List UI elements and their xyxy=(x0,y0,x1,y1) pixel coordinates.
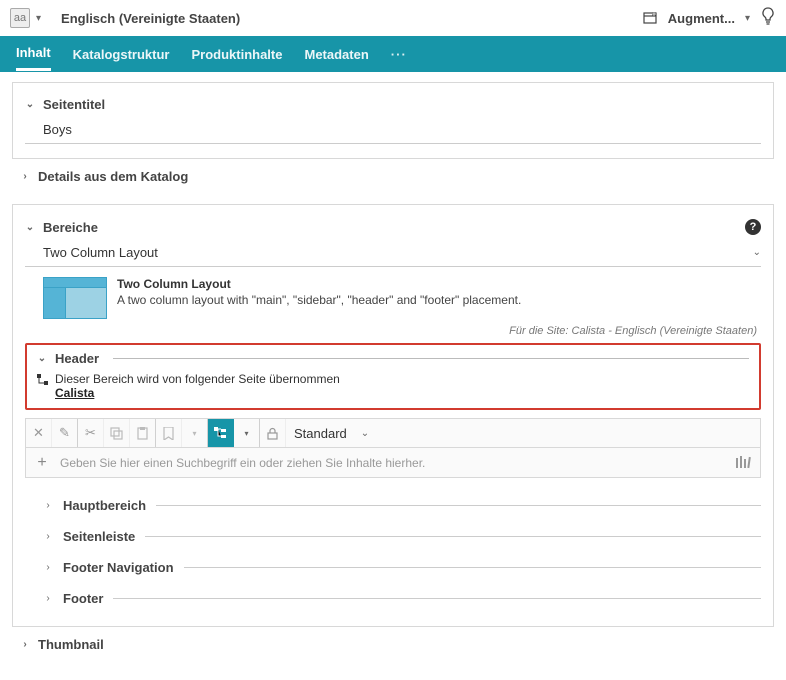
bookmark-button[interactable] xyxy=(156,419,182,447)
chevron-right-icon: › xyxy=(43,500,53,511)
tab-inhalt[interactable]: Inhalt xyxy=(16,37,51,71)
edit-button[interactable]: ✎ xyxy=(52,419,78,447)
layout-card-title: Two Column Layout xyxy=(117,277,761,291)
bookmark-dropdown[interactable]: ▾ xyxy=(182,419,208,447)
augment-label[interactable]: Augment... xyxy=(668,11,735,26)
chevron-down-icon: ⌄ xyxy=(25,222,35,233)
inherit-link[interactable]: Calista xyxy=(55,386,340,400)
chevron-down-icon: ⌄ xyxy=(25,99,35,110)
layout-card: Two Column Layout A two column layout wi… xyxy=(25,273,761,321)
section-details-label: Details aus dem Katalog xyxy=(38,169,188,184)
locale-switcher[interactable]: aa ▾ Englisch (Vereinigte Staaten) xyxy=(10,8,240,28)
header-placement-box: ⌄ Header Dieser Bereich wird von folgend… xyxy=(25,343,761,410)
cut-button[interactable]: ✂ xyxy=(78,419,104,447)
placement-label: Footer Navigation xyxy=(63,560,174,575)
tabs-bar: Inhalt Katalogstruktur Produktinhalte Me… xyxy=(0,36,786,72)
locale-icon: aa xyxy=(10,8,30,28)
augment-icon[interactable] xyxy=(642,10,658,26)
top-bar: aa ▾ Englisch (Vereinigte Staaten) Augme… xyxy=(0,0,786,36)
paste-button[interactable] xyxy=(130,419,156,447)
chevron-right-icon: › xyxy=(43,593,53,604)
placement-label: Footer xyxy=(63,591,103,606)
section-thumbnail-label: Thumbnail xyxy=(38,637,104,652)
chevron-right-icon: › xyxy=(20,171,30,182)
header-placement-header[interactable]: ⌄ Header xyxy=(37,351,749,366)
placement-footer-navigation[interactable]: › Footer Navigation xyxy=(43,552,761,583)
locale-label: Englisch (Vereinigte Staaten) xyxy=(61,11,240,26)
chevron-right-icon: › xyxy=(43,562,53,573)
placement-hauptbereich[interactable]: › Hauptbereich xyxy=(43,490,761,521)
placement-label: Seitenleiste xyxy=(63,529,135,544)
placement-list: › Hauptbereich › Seitenleiste › Footer N… xyxy=(25,478,761,614)
section-details-header[interactable]: › Details aus dem Katalog xyxy=(12,159,774,194)
library-icon[interactable] xyxy=(736,456,752,469)
variant-select-value: Standard xyxy=(294,426,347,441)
layout-card-desc: A two column layout with "main", "sideba… xyxy=(117,293,761,307)
chevron-right-icon: › xyxy=(43,531,53,542)
chevron-down-icon[interactable]: ▾ xyxy=(745,13,750,24)
help-icon[interactable]: ? xyxy=(745,219,761,235)
layout-site-info: Für die Site: Calista - Englisch (Verein… xyxy=(25,325,761,337)
section-seitentitel-header[interactable]: ⌄ Seitentitel xyxy=(25,91,761,118)
lightbulb-icon[interactable] xyxy=(760,7,776,30)
chevron-down-icon: ⌄ xyxy=(753,247,761,258)
chevron-down-icon: ⌄ xyxy=(37,353,47,364)
add-icon[interactable]: + xyxy=(34,454,50,472)
delete-button[interactable]: ✕ xyxy=(26,419,52,447)
tab-katalogstruktur[interactable]: Katalogstruktur xyxy=(73,39,170,70)
chevron-down-icon: ▾ xyxy=(36,13,41,24)
layout-thumbnail-icon xyxy=(43,277,107,319)
panel-bereiche: ⌄ Bereiche ? Two Column Layout ⌄ Two Col… xyxy=(12,204,774,627)
section-bereiche-label: Bereiche xyxy=(43,220,98,235)
placement-footer[interactable]: › Footer xyxy=(43,583,761,614)
placement-label: Hauptbereich xyxy=(63,498,146,513)
search-input[interactable] xyxy=(58,455,728,471)
seitentitel-value[interactable]: Boys xyxy=(25,118,761,144)
placement-searchbar: + xyxy=(25,448,761,478)
tree-view-button[interactable] xyxy=(208,419,234,447)
tab-metadaten[interactable]: Metadaten xyxy=(304,39,368,70)
variant-select[interactable]: Standard ⌄ xyxy=(286,426,760,441)
copy-button[interactable] xyxy=(104,419,130,447)
section-bereiche-header[interactable]: ⌄ Bereiche ? xyxy=(25,213,761,241)
tab-produktinhalte[interactable]: Produktinhalte xyxy=(191,39,282,70)
chevron-down-icon: ⌄ xyxy=(361,428,369,439)
header-placement-label: Header xyxy=(55,351,99,366)
layout-select-value: Two Column Layout xyxy=(43,245,158,260)
inherit-text: Dieser Bereich wird von folgender Seite … xyxy=(55,372,340,386)
section-seitentitel-label: Seitentitel xyxy=(43,97,105,112)
placement-seitenleiste[interactable]: › Seitenleiste xyxy=(43,521,761,552)
tree-view-dropdown[interactable]: ▾ xyxy=(234,419,260,447)
placement-toolbar: ✕ ✎ ✂ ▾ ▾ Standard ⌄ xyxy=(25,418,761,448)
panel-seitentitel: ⌄ Seitentitel Boys xyxy=(12,82,774,159)
tab-more[interactable]: ··· xyxy=(391,39,407,70)
inherit-icon xyxy=(37,374,49,389)
chevron-right-icon: › xyxy=(20,639,30,650)
lock-button[interactable] xyxy=(260,419,286,447)
section-thumbnail-header[interactable]: › Thumbnail xyxy=(12,627,774,662)
layout-select[interactable]: Two Column Layout ⌄ xyxy=(25,241,761,267)
